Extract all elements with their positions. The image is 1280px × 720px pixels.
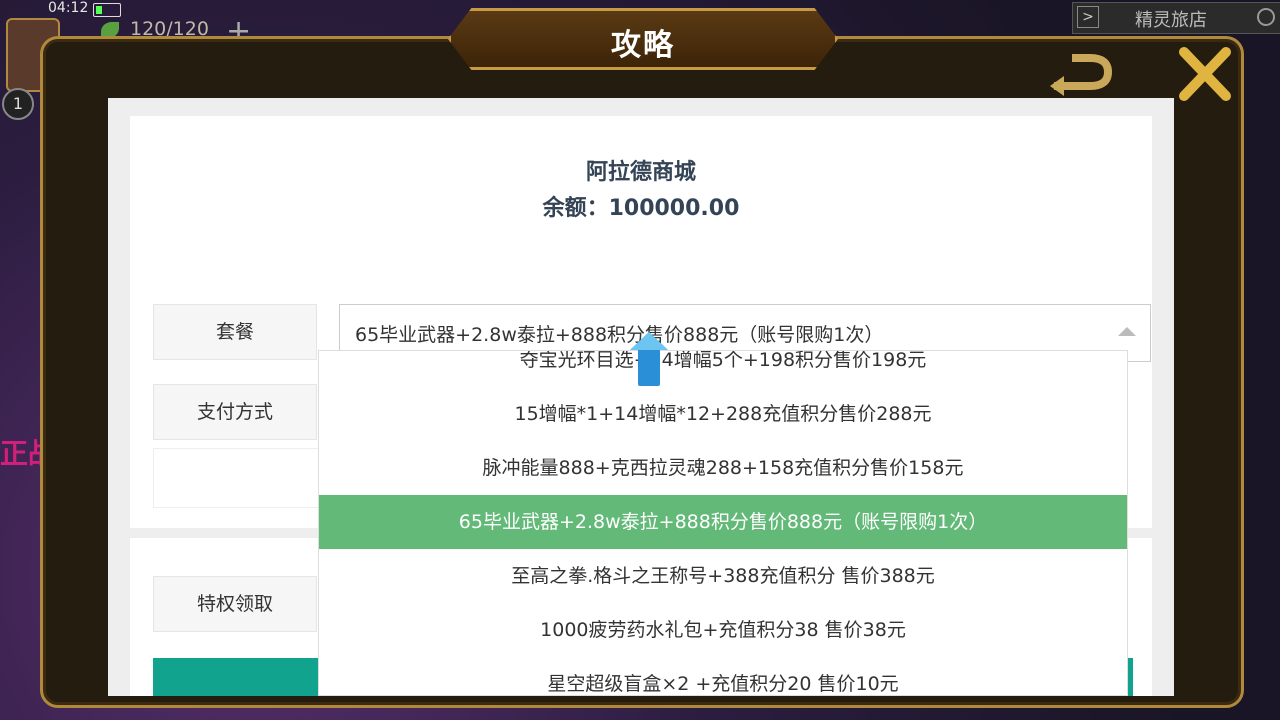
search-icon[interactable]	[1257, 8, 1275, 26]
modal-title-banner: 攻略	[448, 8, 838, 70]
dropdown-option[interactable]: 15增幅*1+14增幅*12+288充值积分售价288元	[319, 387, 1127, 441]
dropdown-option[interactable]: 夺宝光环目选+14增幅5个+198积分售价198元	[319, 351, 1127, 387]
close-icon[interactable]	[1174, 44, 1234, 104]
balance-text: 余额：100000.00	[542, 196, 740, 221]
inn-shop-button[interactable]: > 精灵旅店	[1072, 2, 1280, 34]
modal-title: 攻略	[611, 28, 675, 63]
privilege-label: 特权领取	[153, 576, 317, 632]
payment-label: 支付方式	[153, 384, 317, 440]
dropdown-option-selected[interactable]: 65毕业武器+2.8w泰拉+888积分售价888元（账号限购1次）	[319, 495, 1127, 549]
expand-arrow-icon[interactable]: >	[1077, 6, 1099, 28]
back-arrow-icon[interactable]	[1046, 50, 1116, 98]
battery-icon	[93, 3, 121, 17]
package-dropdown[interactable]: 夺宝光环目选+14增幅5个+198积分售价198元 15增幅*1+14增幅*12…	[318, 350, 1128, 696]
package-select-value: 65毕业武器+2.8w泰拉+888积分售价888元（账号限购1次）	[355, 324, 884, 346]
clock: 04:12	[48, 0, 89, 16]
blue-pointer-icon	[630, 332, 668, 386]
caret-up-icon	[1118, 327, 1136, 336]
dropdown-option[interactable]: 1000疲劳药水礼包+充值积分38 售价38元	[319, 603, 1127, 657]
dropdown-option[interactable]: 至高之拳.格斗之王称号+388充值积分 售价388元	[319, 549, 1127, 603]
level-badge: 1	[2, 88, 34, 120]
store-name: 阿拉德商城	[585, 160, 696, 185]
dropdown-option[interactable]: 脉冲能量888+克西拉灵魂288+158充值积分售价158元	[319, 441, 1127, 495]
inn-shop-label: 精灵旅店	[1135, 10, 1207, 31]
package-label: 套餐	[153, 304, 317, 360]
payment-option[interactable]	[153, 448, 325, 508]
dropdown-option[interactable]: 星空超级盲盒×2 +充值积分20 售价10元	[319, 657, 1127, 695]
